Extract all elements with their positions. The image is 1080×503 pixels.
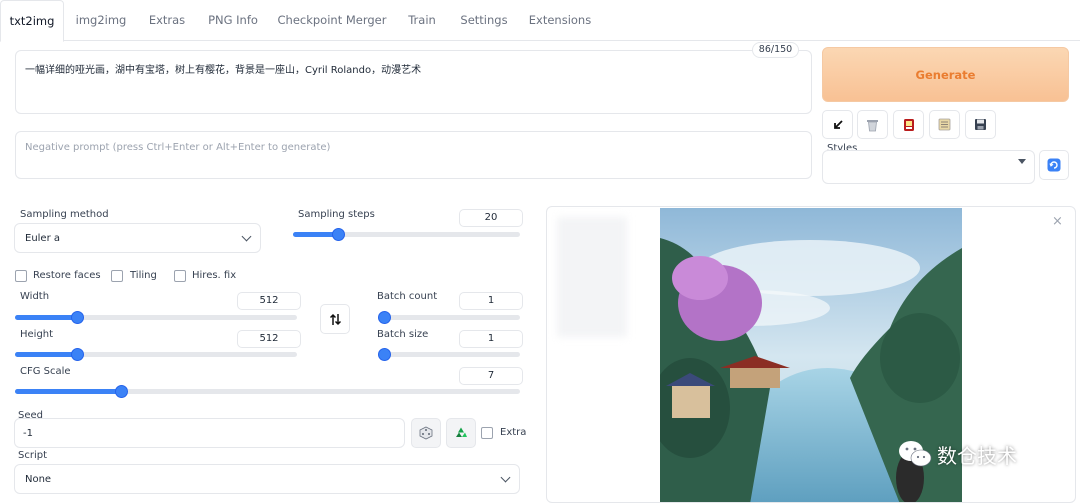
tiling-label: Tiling [130, 270, 157, 281]
prompt-input[interactable]: 一幅详细的哑光画，湖中有宝塔，树上有樱花，背景是一座山，Cyril Roland… [15, 50, 812, 114]
tab-img2img[interactable]: img2img [64, 0, 138, 41]
script-label: Script [18, 450, 48, 461]
sampling-steps-slider[interactable] [293, 228, 520, 241]
clipboard-icon [938, 118, 951, 131]
sampling-steps-input[interactable]: 20 [459, 209, 523, 227]
slider-thumb[interactable] [332, 228, 346, 241]
token-counter: 86/150 [752, 42, 799, 58]
script-select[interactable]: None [14, 464, 520, 494]
height-input[interactable]: 512 [237, 330, 301, 348]
slider-thumb[interactable] [115, 385, 129, 398]
cfg-scale-slider[interactable] [15, 385, 520, 398]
width-slider[interactable] [15, 311, 297, 324]
batch-size-slider[interactable] [378, 348, 520, 361]
watermark: 数仓技术 [897, 439, 1017, 469]
prompt-text: 一幅详细的哑光画，湖中有宝塔，树上有樱花，背景是一座山，Cyril Roland… [25, 65, 422, 76]
slider-thumb[interactable] [378, 348, 391, 361]
red-card-icon [903, 118, 914, 131]
caret-down-icon [1018, 159, 1026, 164]
refresh-styles-button[interactable] [1039, 150, 1069, 180]
height-label: Height [20, 329, 54, 340]
width-input[interactable]: 512 [237, 292, 301, 310]
batch-count-label: Batch count [377, 291, 438, 302]
trash-icon [867, 119, 878, 131]
batch-size-input[interactable]: 1 [459, 330, 523, 348]
sampling-method-value: Euler a [25, 233, 61, 244]
clear-prompt-button[interactable] [857, 110, 888, 139]
generate-button[interactable]: Generate [822, 47, 1069, 102]
styles-select[interactable] [822, 150, 1035, 184]
seed-value: -1 [23, 428, 33, 439]
height-slider[interactable] [15, 348, 297, 361]
hires-fix-checkbox[interactable] [174, 270, 186, 282]
reuse-seed-button[interactable] [446, 418, 476, 448]
show-extra-networks-button[interactable] [893, 110, 924, 139]
read-params-button[interactable] [929, 110, 960, 139]
recycle-icon [456, 427, 467, 437]
script-value: None [25, 474, 52, 485]
paste-params-button[interactable] [822, 110, 853, 139]
watermark-text: 数仓技术 [937, 443, 1017, 468]
arrow-icon [833, 119, 843, 129]
save-style-button[interactable] [965, 110, 996, 139]
extra-seed-label: Extra [500, 427, 527, 438]
tiling-checkbox[interactable] [111, 270, 123, 282]
tab-txt2img[interactable]: txt2img [0, 0, 64, 42]
tab-checkpoint-merger[interactable]: Checkpoint Merger [270, 0, 394, 41]
tab-train[interactable]: Train [394, 0, 450, 41]
cfg-scale-input[interactable]: 7 [459, 367, 523, 385]
tab-extras[interactable]: Extras [138, 0, 196, 41]
hires-fix-label: Hires. fix [192, 270, 237, 281]
close-icon[interactable]: × [1052, 214, 1063, 229]
save-icon [975, 119, 986, 130]
sampling-steps-label: Sampling steps [298, 209, 375, 220]
dice-icon [419, 426, 433, 440]
output-gallery: × 数仓技术 [546, 206, 1076, 503]
slider-thumb[interactable] [71, 311, 85, 324]
slider-thumb[interactable] [71, 348, 85, 361]
refresh-icon [1047, 158, 1061, 172]
extra-seed-checkbox[interactable] [481, 427, 493, 439]
blurred-thumbnail [557, 217, 627, 337]
wechat-icon [899, 441, 932, 467]
negative-prompt-placeholder: Negative prompt (press Ctrl+Enter or Alt… [25, 142, 331, 153]
restore-faces-label: Restore faces [33, 270, 101, 281]
cfg-scale-label: CFG Scale [20, 366, 71, 377]
batch-count-slider[interactable] [378, 311, 520, 324]
swap-dimensions-button[interactable] [320, 304, 350, 334]
chevron-down-icon [500, 472, 511, 483]
seed-input[interactable]: -1 [14, 418, 405, 448]
swap-arrows-icon [329, 313, 341, 325]
sampling-method-select[interactable]: Euler a [14, 223, 261, 253]
restore-faces-checkbox[interactable] [15, 270, 27, 282]
tab-bar: txt2img img2img Extras PNG Info Checkpoi… [0, 0, 1080, 42]
batch-count-input[interactable]: 1 [459, 292, 523, 310]
negative-prompt-input[interactable]: Negative prompt (press Ctrl+Enter or Alt… [15, 131, 812, 179]
width-label: Width [20, 291, 50, 302]
chevron-down-icon [241, 231, 252, 242]
tab-extensions[interactable]: Extensions [518, 0, 602, 41]
random-seed-button[interactable] [411, 418, 441, 448]
tab-png-info[interactable]: PNG Info [196, 0, 270, 41]
batch-size-label: Batch size [377, 329, 429, 340]
tab-settings[interactable]: Settings [450, 0, 518, 41]
slider-thumb[interactable] [378, 311, 391, 324]
sampling-method-label: Sampling method [20, 209, 109, 220]
